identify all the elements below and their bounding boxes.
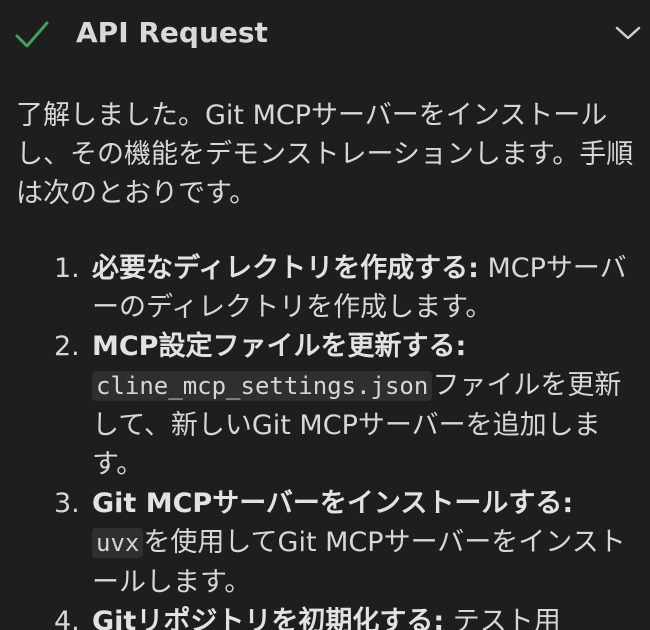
list-item: 4. Gitリポジトリを初期化する: テスト用 bbox=[14, 602, 644, 630]
chevron-down-icon[interactable] bbox=[614, 24, 642, 42]
step-title: MCP設定ファイルを更新する: bbox=[92, 331, 467, 362]
list-item: 2. MCP設定ファイルを更新する: cline_mcp_settings.json… bbox=[14, 327, 644, 484]
inline-code: uvx bbox=[92, 528, 144, 558]
check-icon bbox=[15, 21, 49, 48]
api-request-header[interactable]: API Request bbox=[0, 0, 650, 68]
intro-text: 了解しました。Git MCPサーバーをインストールし、その機能をデモンストレーシ… bbox=[16, 100, 634, 209]
step-text: を使用してGit MCPサーバーをインストールします。 bbox=[92, 527, 626, 598]
inline-code: cline_mcp_settings.json bbox=[92, 371, 433, 401]
list-item: 3. Git MCPサーバーをインストールする: uvx を使用してGit MCPサー… bbox=[14, 484, 644, 602]
step-number: 1. bbox=[54, 253, 80, 284]
response-content: 了解しました。Git MCPサーバーをインストールし、その機能をデモンストレーシ… bbox=[14, 96, 644, 630]
steps-list: 1. 必要なディレクトリを作成する: MCPサーバーのディレクトリを作成します。 … bbox=[14, 249, 644, 630]
step-title: Gitリポジトリを初期化する: bbox=[92, 606, 445, 630]
request-title: API Request bbox=[76, 16, 268, 49]
step-number: 3. bbox=[54, 488, 80, 519]
step-number: 2. bbox=[54, 331, 80, 362]
step-text: テスト用 bbox=[444, 606, 561, 630]
step-title: Git MCPサーバーをインストールする: bbox=[92, 488, 574, 519]
step-title: 必要なディレクトリを作成する: bbox=[92, 253, 479, 284]
list-item: 1. 必要なディレクトリを作成する: MCPサーバーのディレクトリを作成します。 bbox=[14, 249, 644, 327]
step-number: 4. bbox=[54, 606, 80, 630]
